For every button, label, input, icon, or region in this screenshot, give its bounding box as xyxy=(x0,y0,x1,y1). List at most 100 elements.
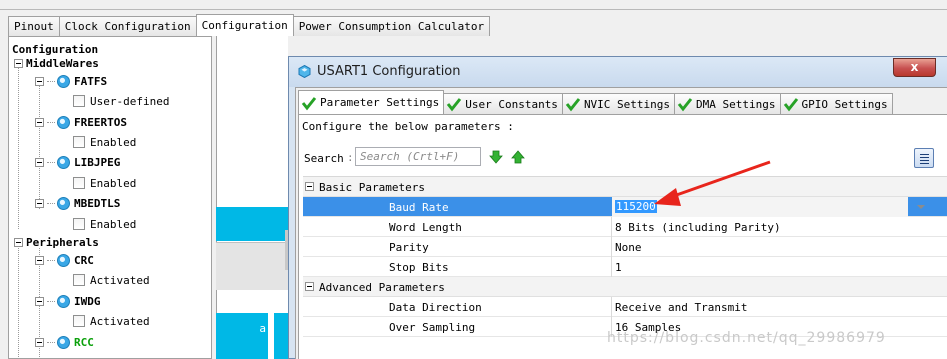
tab-pinout[interactable]: Pinout xyxy=(8,16,60,36)
row-parity[interactable]: Parity None xyxy=(303,237,947,257)
component-icon xyxy=(57,253,70,267)
row-data-direction[interactable]: Data Direction Receive and Transmit xyxy=(303,297,947,317)
category-bottom-label: a xyxy=(259,322,266,335)
tree-connector xyxy=(47,202,55,204)
peripherals-label: Peripherals xyxy=(26,235,99,249)
tree-connector xyxy=(47,80,55,82)
tree-guide-line xyxy=(39,83,40,209)
tab-dma-settings[interactable]: DMA Settings xyxy=(674,93,781,114)
tree-peripherals[interactable]: Peripherals xyxy=(14,232,99,252)
configuration-canvas-left xyxy=(216,36,288,359)
param-value[interactable]: None xyxy=(615,241,642,254)
component-icon xyxy=(57,74,70,88)
tree-connector xyxy=(47,121,55,123)
component-icon xyxy=(57,155,70,169)
component-icon xyxy=(57,335,70,349)
mbedtls-label: MBEDTLS xyxy=(74,196,121,210)
libjpeg-label: LIBJPEG xyxy=(74,155,121,169)
fatfs-checkbox[interactable] xyxy=(73,95,85,107)
crc-checkbox[interactable] xyxy=(73,274,85,286)
column-divider xyxy=(611,237,612,257)
search-separator: : xyxy=(347,151,354,164)
tree-item-libjpeg[interactable]: LIBJPEG xyxy=(35,152,120,172)
collapse-icon[interactable] xyxy=(305,182,314,191)
tree-option-crc[interactable]: Activated xyxy=(73,270,150,290)
tree-option-freertos[interactable]: Enabled xyxy=(73,132,136,152)
column-divider xyxy=(611,257,612,277)
tab-gpio-settings[interactable]: GPIO Settings xyxy=(779,93,893,114)
usart1-configuration-dialog: USART1 Configuration x Parameter Setting… xyxy=(288,56,947,359)
collapse-icon[interactable] xyxy=(14,58,23,68)
param-label: Parity xyxy=(389,241,429,254)
dialog-title-bar[interactable]: USART1 Configuration x xyxy=(289,57,947,87)
libjpeg-checkbox[interactable] xyxy=(73,177,85,189)
tree-item-freertos[interactable]: FREERTOS xyxy=(35,112,127,132)
tree-connector xyxy=(47,300,55,302)
collapse-icon[interactable] xyxy=(35,198,44,208)
group-basic-parameters[interactable]: Basic Parameters xyxy=(303,177,947,197)
search-down-icon[interactable] xyxy=(489,150,503,164)
configuration-tree: Configuration MiddleWares FATFS User-def… xyxy=(8,36,212,359)
tree-item-mbedtls[interactable]: MBEDTLS xyxy=(35,193,120,213)
tab-nvic-settings[interactable]: NVIC Settings xyxy=(561,93,676,114)
component-icon xyxy=(57,294,70,308)
tab-power-consumption[interactable]: Power Consumption Calculator xyxy=(292,16,491,36)
check-icon xyxy=(447,98,462,112)
tree-item-iwdg[interactable]: IWDG xyxy=(35,291,101,311)
collapse-icon[interactable] xyxy=(305,282,314,291)
param-value[interactable]: Receive and Transmit xyxy=(615,301,747,314)
collapse-icon[interactable] xyxy=(35,296,44,306)
tab-label: NVIC Settings xyxy=(583,97,671,111)
tree-option-libjpeg[interactable]: Enabled xyxy=(73,173,136,193)
tree-item-crc[interactable]: CRC xyxy=(35,250,94,270)
tab-clock-configuration[interactable]: Clock Configuration xyxy=(58,16,197,36)
collapse-icon[interactable] xyxy=(35,76,44,86)
check-icon xyxy=(677,98,693,112)
collapse-icon[interactable] xyxy=(35,337,44,347)
param-label: Stop Bits xyxy=(389,261,449,274)
cube-icon xyxy=(298,65,311,78)
search-input[interactable]: Search (Crtl+F) xyxy=(355,147,481,166)
column-divider xyxy=(611,297,612,317)
tab-user-constants[interactable]: User Constants xyxy=(443,93,563,114)
watermark: https://blog.csdn.net/qq_29986979 xyxy=(607,330,886,346)
freertos-checkbox[interactable] xyxy=(73,136,85,148)
component-icon xyxy=(57,115,70,129)
tab-parameter-settings[interactable]: Parameter Settings xyxy=(298,90,445,114)
row-word-length[interactable]: Word Length 8 Bits (including Parity) xyxy=(303,217,947,237)
tab-label: GPIO Settings xyxy=(801,97,888,111)
tree-option-iwdg[interactable]: Activated xyxy=(73,311,150,331)
mbedtls-option-label: Enabled xyxy=(90,217,137,231)
row-stop-bits[interactable]: Stop Bits 1 xyxy=(303,257,947,277)
group-advanced-parameters[interactable]: Advanced Parameters xyxy=(303,277,947,297)
dialog-body: Parameter Settings User Constants NVIC S… xyxy=(295,87,947,359)
tree-item-fatfs[interactable]: FATFS xyxy=(35,71,107,91)
dropdown-arrow-icon[interactable] xyxy=(917,205,925,209)
collapse-icon[interactable] xyxy=(35,157,44,167)
tree-option-fatfs[interactable]: User-defined xyxy=(73,91,169,111)
mbedtls-checkbox[interactable] xyxy=(73,218,85,230)
collapse-icon[interactable] xyxy=(14,237,23,247)
row-baud-rate[interactable]: Baud Rate 115200 xyxy=(303,197,947,217)
configure-instructions: Configure the below parameters : xyxy=(302,120,514,133)
tree-middlewares[interactable]: MiddleWares xyxy=(14,53,99,73)
collapse-icon[interactable] xyxy=(35,117,44,127)
baud-rate-input[interactable]: 115200 xyxy=(615,200,657,213)
check-icon xyxy=(565,98,581,112)
iwdg-label: IWDG xyxy=(74,294,101,308)
tree-option-mbedtls[interactable]: Enabled xyxy=(73,214,136,234)
collapse-icon[interactable] xyxy=(35,255,44,265)
list-view-icon[interactable] xyxy=(914,148,934,168)
iwdg-checkbox[interactable] xyxy=(73,315,85,327)
fatfs-option-label: User-defined xyxy=(90,94,170,108)
column-divider xyxy=(611,217,612,237)
close-button[interactable]: x xyxy=(893,58,936,77)
param-value[interactable]: 1 xyxy=(615,261,622,274)
search-up-icon[interactable] xyxy=(511,150,525,164)
tree-item-rcc[interactable]: RCC xyxy=(35,332,94,352)
crc-label: CRC xyxy=(74,253,94,267)
param-label: Data Direction xyxy=(389,301,482,314)
tab-configuration[interactable]: Configuration xyxy=(195,14,294,36)
param-value[interactable]: 8 Bits (including Parity) xyxy=(615,221,781,234)
rcc-label: RCC xyxy=(74,335,94,349)
